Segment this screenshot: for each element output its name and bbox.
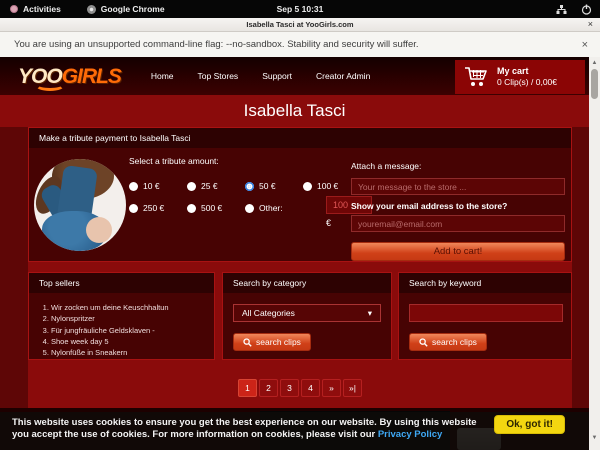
radio-icon-checked[interactable] bbox=[245, 182, 254, 191]
window-close-icon[interactable]: × bbox=[588, 19, 593, 29]
cart-title: My cart bbox=[497, 65, 557, 77]
content-container: Make a tribute payment to Isabella Tasci… bbox=[28, 127, 572, 408]
amount-option-500[interactable]: 500 € bbox=[187, 203, 245, 213]
logo-text-girls: GIRLS bbox=[62, 65, 121, 88]
page-button-4[interactable]: 4 bbox=[301, 379, 320, 397]
amount-option-other[interactable]: Other: bbox=[245, 203, 303, 213]
page-button-last[interactable]: »| bbox=[343, 379, 362, 397]
radio-icon[interactable] bbox=[187, 204, 196, 213]
model-avatar[interactable] bbox=[34, 159, 126, 251]
nav-top-stores[interactable]: Top Stores bbox=[198, 71, 239, 81]
activities-menu[interactable]: Activities bbox=[10, 4, 61, 14]
page-title: Isabella Tasci bbox=[244, 101, 346, 121]
search-category-panel: Search by category All Categories ▾ sear… bbox=[222, 272, 392, 360]
pagination: 1 2 3 4 » »| bbox=[28, 379, 572, 397]
main-nav: Home Top Stores Support Creator Admin bbox=[151, 71, 370, 81]
chrome-app-menu[interactable]: Google Chrome bbox=[87, 4, 165, 14]
seller-item[interactable]: Nylonfüße in Sneakern bbox=[51, 347, 206, 358]
radio-icon[interactable] bbox=[129, 182, 138, 191]
seller-item[interactable]: Für jungfräuliche Geldsklaven - bbox=[51, 325, 206, 336]
nav-home[interactable]: Home bbox=[151, 71, 174, 81]
nav-creator-admin[interactable]: Creator Admin bbox=[316, 71, 370, 81]
amount-option-50[interactable]: 50 € bbox=[245, 181, 303, 191]
network-icon[interactable] bbox=[556, 4, 567, 15]
page-button-1[interactable]: 1 bbox=[238, 379, 257, 397]
add-to-cart-button[interactable]: Add to cart! bbox=[351, 242, 565, 261]
browser-scrollbar[interactable]: ▲ ▼ bbox=[589, 57, 600, 450]
logo-smile-icon bbox=[35, 79, 65, 91]
search-icon bbox=[243, 338, 252, 347]
window-titlebar[interactable]: Isabella Tasci at YooGirls.com × bbox=[0, 18, 600, 32]
search-keyword-panel: Search by keyword search clips bbox=[398, 272, 572, 360]
cart-icon bbox=[464, 66, 488, 88]
webpage: YOOGIRLS Home Top Stores Support Creator… bbox=[0, 57, 589, 450]
category-dropdown[interactable]: All Categories ▾ bbox=[233, 304, 381, 322]
currency-symbol: € bbox=[326, 218, 331, 228]
power-icon[interactable] bbox=[581, 4, 592, 15]
search-clips-button-category[interactable]: search clips bbox=[233, 333, 311, 351]
cart-widget[interactable]: My cart 0 Clip(s) / 0,00€ bbox=[455, 60, 585, 94]
amount-block: Select a tribute amount: 10 € 25 € 50 bbox=[129, 156, 375, 219]
page-title-strip: Isabella Tasci bbox=[0, 95, 589, 127]
activities-icon bbox=[10, 5, 18, 13]
amount-option-25[interactable]: 25 € bbox=[187, 181, 245, 191]
chevron-down-icon: ▾ bbox=[368, 308, 372, 319]
cart-summary: 0 Clip(s) / 0,00€ bbox=[497, 77, 557, 87]
seller-item[interactable]: Shoe week day 5 bbox=[51, 336, 206, 347]
seller-item[interactable]: Nylonspritzer bbox=[51, 313, 206, 324]
page-button-next[interactable]: » bbox=[322, 379, 341, 397]
message-input[interactable] bbox=[351, 178, 565, 195]
warning-text: You are using an unsupported command-lin… bbox=[14, 39, 419, 50]
amount-option-250[interactable]: 250 € bbox=[129, 203, 187, 213]
window-title: Isabella Tasci at YooGirls.com bbox=[246, 20, 353, 29]
message-block: Attach a message: Show your email addres… bbox=[351, 156, 565, 261]
top-sellers-panel: Top sellers Wir zocken um deine Keuschha… bbox=[28, 272, 215, 360]
tribute-panel-header: Make a tribute payment to Isabella Tasci bbox=[29, 128, 571, 148]
top-sellers-list: Wir zocken um deine Keuschhaltun Nylonsp… bbox=[51, 302, 206, 358]
tribute-panel: Make a tribute payment to Isabella Tasci… bbox=[28, 127, 572, 262]
site-header: YOOGIRLS Home Top Stores Support Creator… bbox=[0, 57, 589, 95]
page-button-3[interactable]: 3 bbox=[280, 379, 299, 397]
email-label: Show your email address to the store? bbox=[351, 201, 565, 211]
message-label: Attach a message: bbox=[351, 161, 421, 171]
scrollbar-up-arrow[interactable]: ▲ bbox=[589, 57, 600, 68]
site-logo[interactable]: YOOGIRLS bbox=[18, 66, 121, 87]
chrome-app-label: Google Chrome bbox=[101, 4, 165, 14]
radio-icon[interactable] bbox=[245, 204, 254, 213]
warning-close-icon[interactable]: × bbox=[582, 39, 588, 51]
search-category-header: Search by category bbox=[223, 273, 391, 293]
radio-icon[interactable] bbox=[303, 182, 312, 191]
seller-item[interactable]: Wir zocken um deine Keuschhaltun bbox=[51, 302, 206, 313]
search-keyword-header: Search by keyword bbox=[399, 273, 571, 293]
amount-option-10[interactable]: 10 € bbox=[129, 181, 187, 191]
screen: Activities Google Chrome Sep 5 10:31 bbox=[0, 0, 600, 450]
cookie-message: This website uses cookies to ensure you … bbox=[12, 417, 484, 442]
activities-label: Activities bbox=[23, 4, 61, 14]
amount-label: Select a tribute amount: bbox=[129, 156, 375, 166]
search-icon bbox=[419, 338, 428, 347]
search-clips-button-keyword[interactable]: search clips bbox=[409, 333, 487, 351]
chrome-warning-bar: You are using an unsupported command-lin… bbox=[0, 32, 600, 57]
category-dropdown-value: All Categories bbox=[242, 308, 295, 318]
scrollbar-thumb[interactable] bbox=[591, 69, 598, 99]
cookie-notice: This website uses cookies to ensure you … bbox=[0, 412, 589, 450]
cookie-accept-button[interactable]: Ok, got it! bbox=[494, 415, 565, 434]
privacy-policy-link[interactable]: Privacy Policy bbox=[378, 429, 442, 440]
email-input[interactable] bbox=[351, 215, 565, 232]
system-top-bar: Activities Google Chrome Sep 5 10:31 bbox=[0, 0, 600, 18]
scrollbar-down-arrow[interactable]: ▼ bbox=[589, 432, 600, 443]
top-sellers-header: Top sellers bbox=[29, 273, 214, 293]
radio-icon[interactable] bbox=[187, 182, 196, 191]
keyword-input[interactable] bbox=[409, 304, 563, 322]
radio-icon[interactable] bbox=[129, 204, 138, 213]
nav-support[interactable]: Support bbox=[262, 71, 292, 81]
page-button-2[interactable]: 2 bbox=[259, 379, 278, 397]
chrome-icon bbox=[87, 5, 96, 14]
